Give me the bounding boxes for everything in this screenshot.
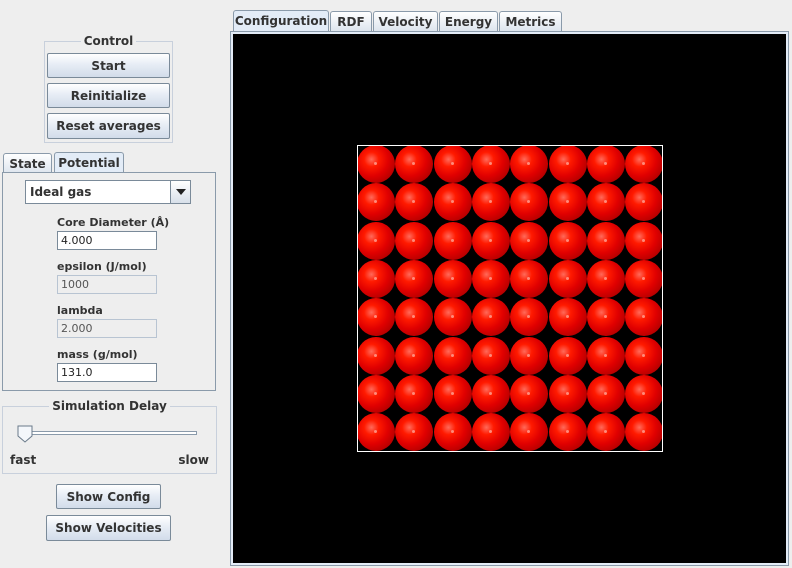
potential-select-value: Ideal gas [30,185,92,199]
mass-label: mass (g/mol) [57,348,138,361]
atom [433,336,472,375]
configuration-panel [230,31,789,566]
atom [548,298,587,337]
atom [510,298,549,337]
atom [358,146,395,183]
atom [586,298,625,337]
tab-configuration[interactable]: Configuration [233,10,329,31]
simulation-delay-title: Simulation Delay [3,399,216,413]
atom [395,259,434,298]
atom [358,259,395,298]
atom [471,146,510,183]
chevron-down-icon[interactable] [170,181,190,203]
atom [548,221,587,260]
atom [625,298,662,337]
atom [510,221,549,260]
atom [625,336,662,375]
tab-metrics[interactable]: Metrics [499,11,562,31]
atom [586,413,625,451]
atom [471,183,510,222]
atom [395,298,434,337]
atom [433,259,472,298]
tab-potential[interactable]: Potential [54,152,124,173]
atom [586,259,625,298]
atom [510,374,549,413]
atom [510,259,549,298]
atom [358,336,395,375]
potential-panel: Ideal gas Core Diameter (Å) epsilon (J/m… [2,172,216,391]
atom [586,221,625,260]
core-diameter-label: Core Diameter (Å) [57,216,170,229]
atom [433,183,472,222]
atom [395,413,434,451]
atom [625,146,662,183]
atom [586,146,625,183]
atom [586,183,625,222]
atom [433,221,472,260]
start-button[interactable]: Start [47,53,170,78]
simulation-canvas[interactable] [233,34,786,563]
atom [548,183,587,222]
atom [433,374,472,413]
atom [471,374,510,413]
atom [586,374,625,413]
reset-averages-button[interactable]: Reset averages [47,113,170,139]
atom [510,146,549,183]
core-diameter-field[interactable] [57,231,157,250]
atom [625,374,662,413]
potential-select[interactable]: Ideal gas [25,180,191,204]
atom [471,259,510,298]
atom [471,413,510,451]
atom [548,146,587,183]
atom [471,221,510,260]
atom [471,336,510,375]
atom [433,298,472,337]
delay-slider-track[interactable] [23,431,197,435]
atom [510,413,549,451]
mass-field[interactable] [57,363,157,382]
atom [395,183,434,222]
atom [358,221,395,260]
atom [625,221,662,260]
atom [510,336,549,375]
reinitialize-button[interactable]: Reinitialize [47,83,170,108]
atom [586,336,625,375]
simulation-delay-panel: Simulation Delay fast slow [2,399,217,474]
atom [395,221,434,260]
epsilon-field [57,275,157,294]
atom [548,374,587,413]
tab-energy[interactable]: Energy [439,11,498,31]
atom [548,413,587,451]
atom [471,298,510,337]
tab-velocity[interactable]: Velocity [373,11,438,31]
tab-state[interactable]: State [3,153,52,173]
lambda-label: lambda [57,304,103,317]
atom [548,336,587,375]
atom [395,336,434,375]
epsilon-label: epsilon (J/mol) [57,260,147,273]
atom [358,413,395,451]
atom [433,413,472,451]
simulation-box [357,145,663,452]
tab-rdf[interactable]: RDF [330,11,372,31]
atom [625,413,662,451]
delay-max-label: slow [178,453,209,467]
atom [510,183,549,222]
atom [625,183,662,222]
atom [548,259,587,298]
atom [358,298,395,337]
delay-slider-thumb[interactable] [17,425,33,443]
atom [358,183,395,222]
atom [625,259,662,298]
control-panel: Control Start Reinitialize Reset average… [44,34,173,143]
atom [433,146,472,183]
atom [358,374,395,413]
control-title: Control [45,34,172,48]
lambda-field [57,319,157,338]
delay-min-label: fast [10,453,37,467]
atom [395,146,434,183]
atom [395,374,434,413]
show-velocities-button[interactable]: Show Velocities [46,515,171,541]
show-config-button[interactable]: Show Config [56,484,161,509]
